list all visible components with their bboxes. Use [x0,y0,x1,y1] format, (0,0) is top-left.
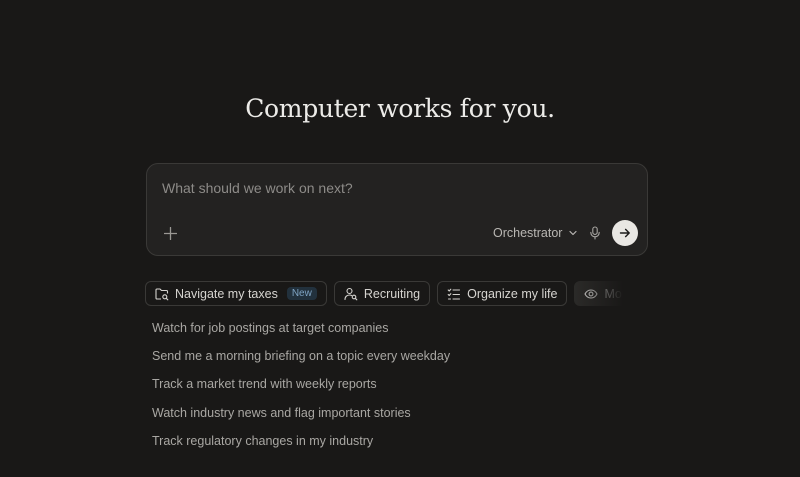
new-badge: New [286,287,317,300]
chevron-down-icon [569,230,578,236]
microphone-button[interactable] [587,224,603,242]
list-item[interactable]: Watch for job postings at target compani… [152,317,450,345]
chip-label: Recruiting [363,286,421,301]
prompt-input[interactable] [162,178,632,198]
eye-icon [584,288,598,299]
page: Computer works for you. Orchestrator [0,0,800,477]
list-item[interactable]: Send me a morning briefing on a topic ev… [152,345,450,373]
model-select-label: Orchestrator [493,226,563,240]
chip-organize-my-life[interactable]: Organize my life [437,281,568,306]
list-item[interactable]: Track a market trend with weekly reports [152,373,450,401]
user-search-icon [344,287,358,300]
send-button[interactable] [612,220,638,246]
microphone-icon [590,226,600,240]
suggestion-list: Watch for job postings at target compani… [152,317,450,458]
page-title: Computer works for you. [245,94,555,123]
suggestion-chips: Navigate my taxes New Recruiting Organiz… [145,281,632,307]
list-item[interactable]: Watch industry news and flag important s… [152,402,450,430]
composer: Orchestrator [146,163,648,256]
chip-recruiting[interactable]: Recruiting [333,281,431,306]
arrow-right-icon [619,228,630,238]
chip-label: Organize my life [467,286,558,301]
chip-navigate-my-taxes[interactable]: Navigate my taxes New [145,281,327,306]
chip-label: Navigate my taxes [175,286,278,301]
model-select[interactable]: Orchestrator [493,224,578,242]
attach-button[interactable] [161,224,179,242]
list-item[interactable]: Track regulatory changes in my industry [152,430,450,458]
folder-search-icon [155,287,169,300]
chip-label: Monitor the [604,286,632,301]
chip-monitor[interactable]: Monitor the [574,281,632,306]
checklist-icon [447,288,461,300]
plus-icon [163,226,177,240]
